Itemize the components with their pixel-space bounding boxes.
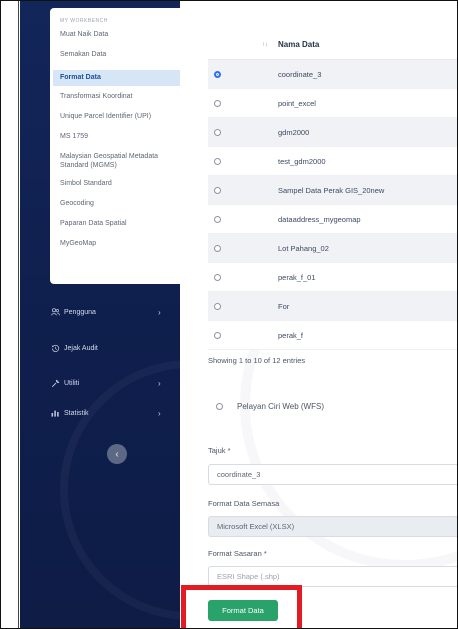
row-select-cell xyxy=(208,244,274,252)
users-icon xyxy=(50,307,60,317)
screenshot-frame: MY WORKBENCH Muat Naik Data Semakan Data… xyxy=(0,0,458,629)
wfs-radio[interactable] xyxy=(216,403,223,410)
submenu-item-geocoding[interactable]: Geocoding xyxy=(50,199,180,210)
row-select-cell xyxy=(208,186,274,194)
row-radio[interactable] xyxy=(214,273,221,281)
sidebar-watermark xyxy=(60,360,180,620)
table-row[interactable]: coordinate_3 xyxy=(208,60,458,89)
row-name-cell: Sampel Data Perak GIS_20new xyxy=(278,185,385,195)
table-row[interactable]: test_gdm2000 xyxy=(208,147,458,176)
column-header-nama-data[interactable]: Nama Data xyxy=(274,40,319,49)
bar-chart-icon xyxy=(50,408,60,418)
table-row[interactable]: For xyxy=(208,292,458,321)
sidebar-collapse-button[interactable]: ‹ xyxy=(107,444,127,464)
history-icon xyxy=(50,343,60,353)
row-select-cell xyxy=(208,99,274,107)
row-select-cell xyxy=(208,215,274,223)
table-row[interactable]: Sampel Data Perak GIS_20new xyxy=(208,176,458,205)
header-select-column[interactable]: ↑↓ xyxy=(208,42,274,48)
current-format-field: Microsoft Excel (XLSX) xyxy=(208,516,458,537)
nav-item-utiliti[interactable]: Utiliti › xyxy=(50,376,170,390)
row-radio[interactable] xyxy=(214,331,221,339)
row-name-cell: perak_f_01 xyxy=(278,272,316,282)
submenu-item-paparan-data-spatial[interactable]: Paparan Data Spatial xyxy=(50,219,180,230)
submenu-item-mygeomap[interactable]: MyGeoMap xyxy=(50,239,180,250)
row-select-cell xyxy=(208,128,274,136)
data-table: ↑↓ Nama Data coordinate_3 point_excel gdm2… xyxy=(208,30,458,350)
row-select-cell xyxy=(208,302,274,310)
row-radio[interactable] xyxy=(214,157,221,165)
chevron-right-icon: › xyxy=(158,378,161,388)
table-row[interactable]: perak_f xyxy=(208,321,458,350)
row-radio[interactable] xyxy=(214,302,221,310)
row-name-cell: gdm2000 xyxy=(278,127,310,137)
nav-label-jejak-audit: Jejak Audit xyxy=(64,344,98,352)
row-radio[interactable] xyxy=(214,128,221,136)
nav-item-statistik[interactable]: Statistik › xyxy=(50,406,170,420)
row-name-cell: point_excel xyxy=(278,98,316,108)
chevron-right-icon: › xyxy=(158,408,161,418)
row-name-cell: coordinate_3 xyxy=(278,69,322,79)
main-content: ↑↓ Nama Data coordinate_3 point_excel gdm2… xyxy=(180,0,458,629)
table-row[interactable]: Lot Pahang_02 xyxy=(208,234,458,263)
tajuk-label: Tajuk * xyxy=(208,446,231,455)
submenu-item-mgms[interactable]: Malaysian Geospatial Metadata Standard (… xyxy=(50,152,180,170)
annotation-highlight-box xyxy=(181,585,302,629)
left-edge-divider xyxy=(18,0,19,629)
table-row[interactable]: perak_f_01 xyxy=(208,263,458,292)
nav-label-pengguna: Pengguna xyxy=(64,308,96,316)
target-format-label: Format Sasaran * xyxy=(208,549,267,558)
nav-item-jejak-audit[interactable]: Jejak Audit xyxy=(50,341,170,355)
wfs-label: Pelayan Ciri Web (WFS) xyxy=(237,402,324,411)
current-format-label: Format Data Semasa xyxy=(208,499,280,508)
nav-label-utiliti: Utiliti xyxy=(64,379,80,387)
submenu-item-semakan-data[interactable]: Semakan Data xyxy=(50,50,180,61)
row-radio[interactable] xyxy=(214,215,221,223)
table-header: ↑↓ Nama Data xyxy=(208,30,458,60)
row-radio[interactable] xyxy=(214,244,221,252)
table-row[interactable]: gdm2000 xyxy=(208,118,458,147)
sort-arrows-icon[interactable]: ↑↓ xyxy=(262,42,268,48)
row-name-cell: perak_f xyxy=(278,330,304,340)
table-row[interactable]: dataaddress_mygeomap xyxy=(208,205,458,234)
row-select-cell xyxy=(208,331,274,339)
nav-item-pengguna[interactable]: Pengguna › xyxy=(50,305,170,319)
row-radio[interactable] xyxy=(214,70,221,78)
workbench-submenu: MY WORKBENCH Muat Naik Data Semakan Data… xyxy=(50,8,180,284)
row-name-cell: test_gdm2000 xyxy=(278,156,326,166)
table-body: coordinate_3 point_excel gdm2000 test_gdm20… xyxy=(208,60,458,350)
row-select-cell xyxy=(208,70,274,78)
row-name-cell: Lot Pahang_02 xyxy=(278,243,329,253)
submenu-item-transformasi-koordinat[interactable]: Transformasi Koordinat xyxy=(50,92,180,103)
wfs-option[interactable]: Pelayan Ciri Web (WFS) xyxy=(216,402,324,411)
row-select-cell xyxy=(208,273,274,281)
submenu-item-upi[interactable]: Unique Parcel Identifier (UPI) xyxy=(50,112,180,123)
row-radio[interactable] xyxy=(214,99,221,107)
submenu-item-ms1759[interactable]: MS 1759 xyxy=(50,132,180,143)
submenu-heading: MY WORKBENCH xyxy=(60,18,108,24)
submenu-item-muat-naik-data[interactable]: Muat Naik Data xyxy=(50,30,180,41)
submenu-item-simbol-standard[interactable]: Simbol Standard xyxy=(50,179,180,190)
target-format-select[interactable]: ESRI Shape (.shp) xyxy=(208,566,458,587)
submenu-item-format-data[interactable]: Format Data xyxy=(53,70,180,86)
sidebar: MY WORKBENCH Muat Naik Data Semakan Data… xyxy=(20,0,180,629)
wrench-icon xyxy=(50,378,60,388)
row-radio[interactable] xyxy=(214,186,221,194)
row-name-cell: dataaddress_mygeomap xyxy=(278,214,361,224)
row-select-cell xyxy=(208,157,274,165)
table-row[interactable]: point_excel xyxy=(208,89,458,118)
chevron-left-icon: ‹ xyxy=(115,448,119,460)
tajuk-input[interactable]: coordinate_3 xyxy=(208,464,458,485)
chevron-right-icon: › xyxy=(158,307,161,317)
row-name-cell: For xyxy=(278,301,290,311)
table-entries-info: Showing 1 to 10 of 12 entries xyxy=(208,356,306,365)
nav-label-statistik: Statistik xyxy=(64,409,89,417)
